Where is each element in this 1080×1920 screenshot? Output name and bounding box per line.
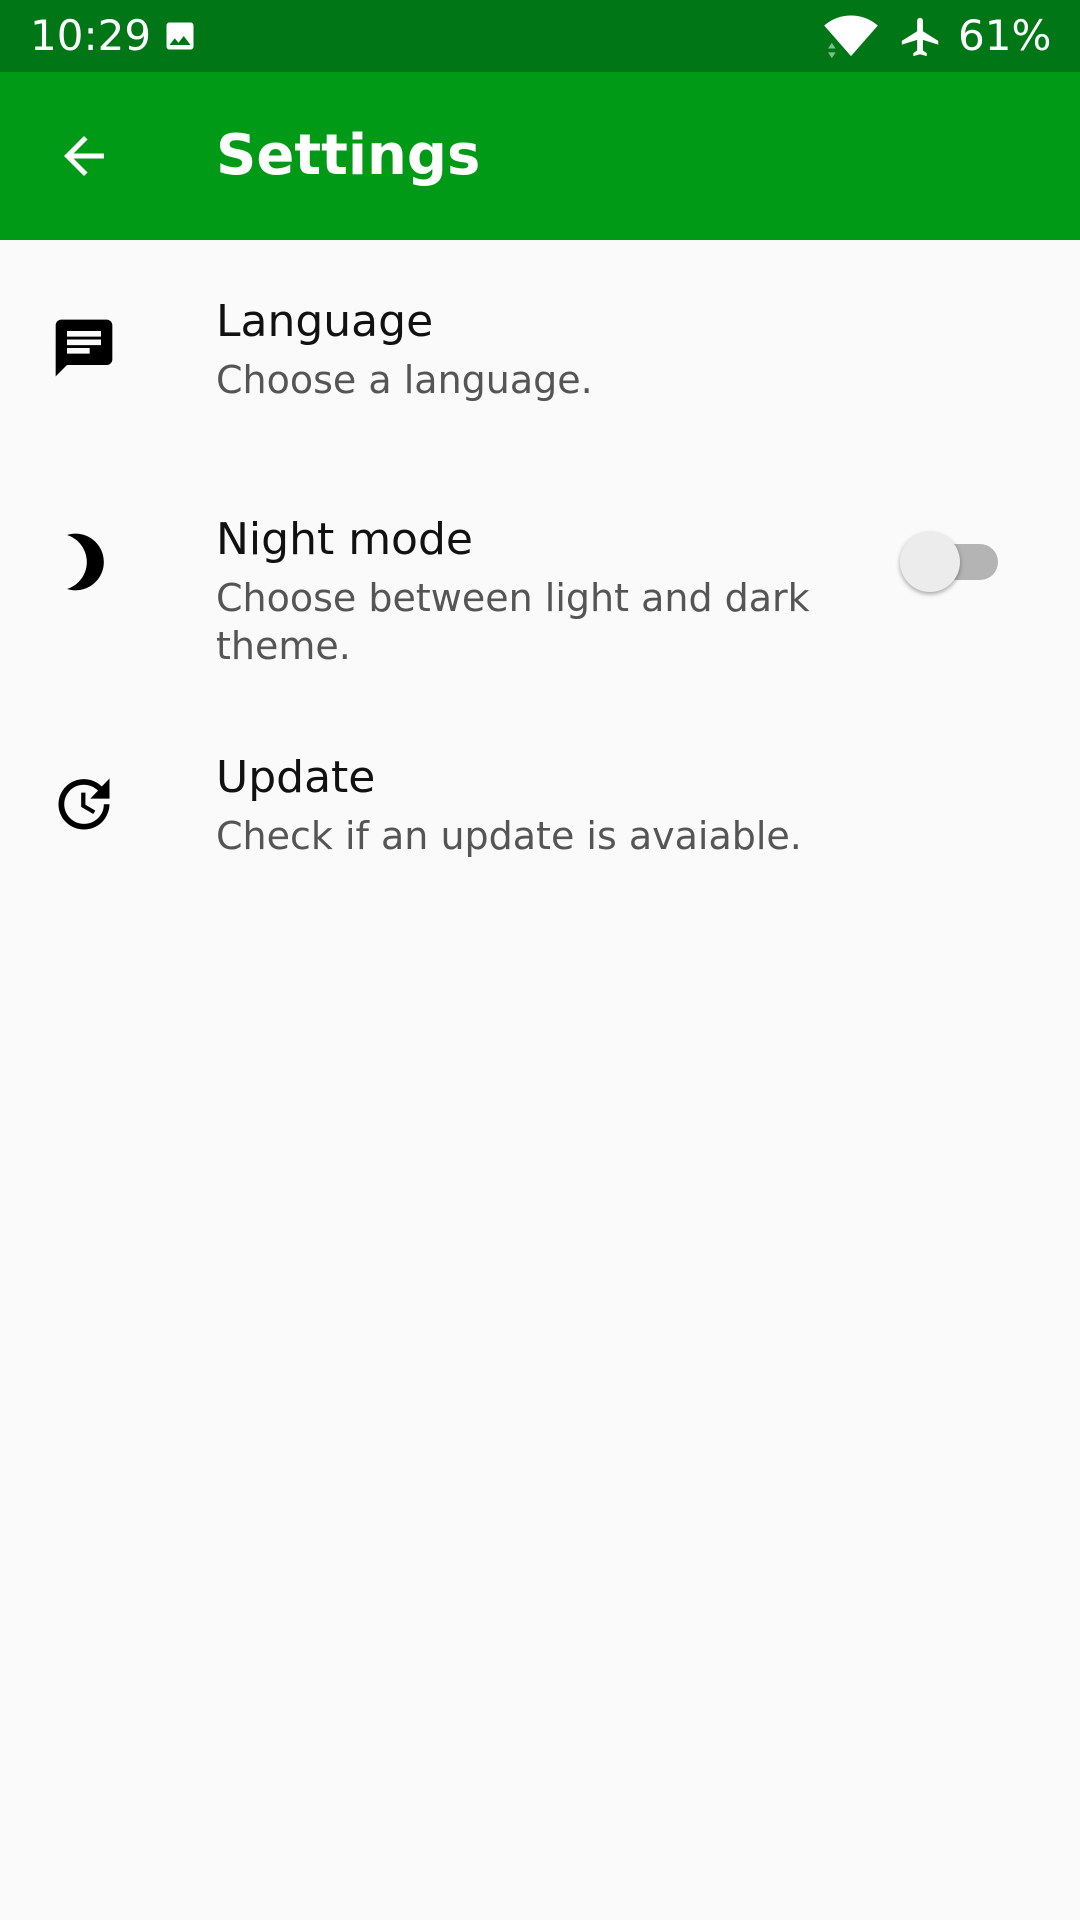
setting-title-update: Update <box>216 752 376 803</box>
gallery-icon <box>166 22 194 50</box>
wifi-icon <box>824 15 878 59</box>
message-icon <box>55 319 113 377</box>
battery-level: 61% <box>958 11 1052 60</box>
app-bar: Settings <box>0 72 1080 240</box>
setting-item-language[interactable]: Language Choose a language. <box>0 240 1080 456</box>
update-icon <box>58 778 110 830</box>
moon-icon <box>67 533 104 591</box>
page-title: Settings <box>216 123 481 188</box>
arrow-back-icon <box>64 136 104 176</box>
back-button[interactable] <box>42 114 126 198</box>
status-time: 10:29 <box>30 11 152 60</box>
setting-title-language: Language <box>216 296 434 347</box>
settings-list: Language Choose a language. Night mode C… <box>0 240 1080 936</box>
setting-summary-night-mode: Choose between light and dark theme. <box>216 576 810 668</box>
toggle-thumb <box>900 532 960 592</box>
airplane-icon <box>901 17 939 57</box>
setting-summary-language: Choose a language. <box>216 358 593 402</box>
night-mode-toggle[interactable] <box>900 532 1004 592</box>
setting-summary-update: Check if an update is avaiable. <box>216 814 802 858</box>
setting-item-update[interactable]: Update Check if an update is avaiable. <box>0 720 1080 936</box>
setting-title-night-mode: Night mode <box>216 514 473 565</box>
setting-item-night-mode[interactable]: Night mode Choose between light and dark… <box>0 456 1080 720</box>
status-bar: 10:29 61% <box>0 0 1080 72</box>
